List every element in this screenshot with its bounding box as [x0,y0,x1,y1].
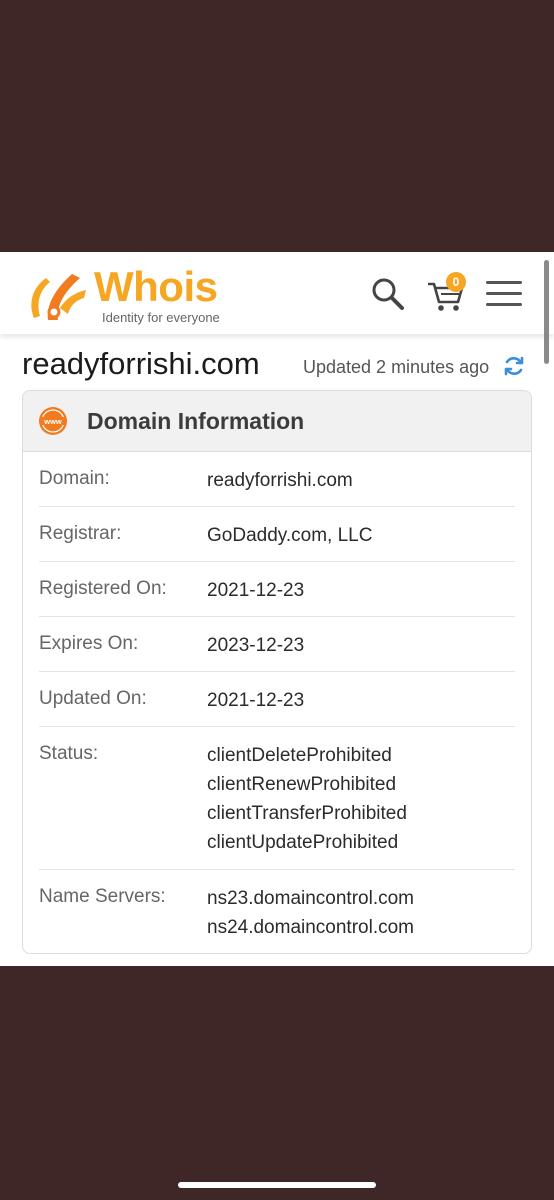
status-value: clientTransferProhibited [207,803,407,824]
expires-on-value: 2023-12-23 [207,635,305,656]
status-value: clientRenewProhibited [207,774,397,795]
row-value: 2023-12-23 [207,631,304,660]
info-row-updated-on: Updated On: 2021-12-23 [39,672,515,727]
row-value: GoDaddy.com, LLC [207,521,372,550]
whois-page: Whois Identity for everyone 0 readyforri… [0,252,554,966]
info-row-expires-on: Expires On: 2023-12-23 [39,617,515,672]
row-label: Updated On: [39,688,147,709]
updated-on-value: 2021-12-23 [207,690,305,711]
row-value: 2021-12-23 [207,576,304,605]
row-label: Status: [39,743,99,764]
logo-hand-icon [31,274,86,320]
info-row-status: Status: clientDeleteProhibited clientRen… [39,727,515,870]
row-label: Registered On: [39,578,167,599]
domain-value: readyforrishi.com [207,470,353,491]
name-server-value: ns23.domaincontrol.com [207,888,414,909]
info-row-name-servers: Name Servers: ns23.domaincontrol.com ns2… [39,870,515,952]
refresh-icon[interactable] [502,354,526,378]
row-label: Expires On: [39,633,139,654]
registrar-value: GoDaddy.com, LLC [207,525,373,546]
home-indicator[interactable] [178,1182,376,1188]
page-title: readyforrishi.com [22,346,260,381]
updated-status: Updated 2 minutes ago [303,357,490,377]
row-label: Registrar: [39,523,122,544]
status-value: clientUpdateProhibited [207,832,399,853]
cart-count-badge: 0 [446,272,466,292]
row-value: 2021-12-23 [207,686,304,715]
logo-wordmark: Whois [94,263,218,310]
status-value: clientDeleteProhibited [207,745,392,766]
row-label: Name Servers: [39,886,166,907]
domain-title-row: readyforrishi.com Updated 2 minutes ago [22,344,532,384]
info-row-registrar: Registrar: GoDaddy.com, LLC [39,507,515,562]
card-header: www Domain Information [23,391,531,452]
top-header: Whois Identity for everyone 0 [0,252,554,334]
search-icon[interactable] [370,276,406,312]
www-globe-icon: www [39,407,67,435]
svg-text:www: www [43,417,62,426]
row-value: clientDeleteProhibited clientRenewProhib… [207,741,407,857]
scrollbar[interactable] [544,260,549,364]
name-server-value: ns24.domaincontrol.com [207,917,414,938]
info-row-domain: Domain: readyforrishi.com [39,452,515,507]
whois-logo[interactable]: Whois Identity for everyone [24,264,244,326]
domain-information-card: www Domain Information Domain: readyforr… [22,390,532,954]
info-row-registered-on: Registered On: 2021-12-23 [39,562,515,617]
row-label: Domain: [39,468,110,489]
logo-tagline: Identity for everyone [102,310,220,325]
card-title: Domain Information [87,408,305,434]
menu-icon[interactable] [486,281,522,307]
row-value: ns23.domaincontrol.com ns24.domaincontro… [207,884,414,942]
registered-on-value: 2021-12-23 [207,580,305,601]
row-value: readyforrishi.com [207,466,353,495]
